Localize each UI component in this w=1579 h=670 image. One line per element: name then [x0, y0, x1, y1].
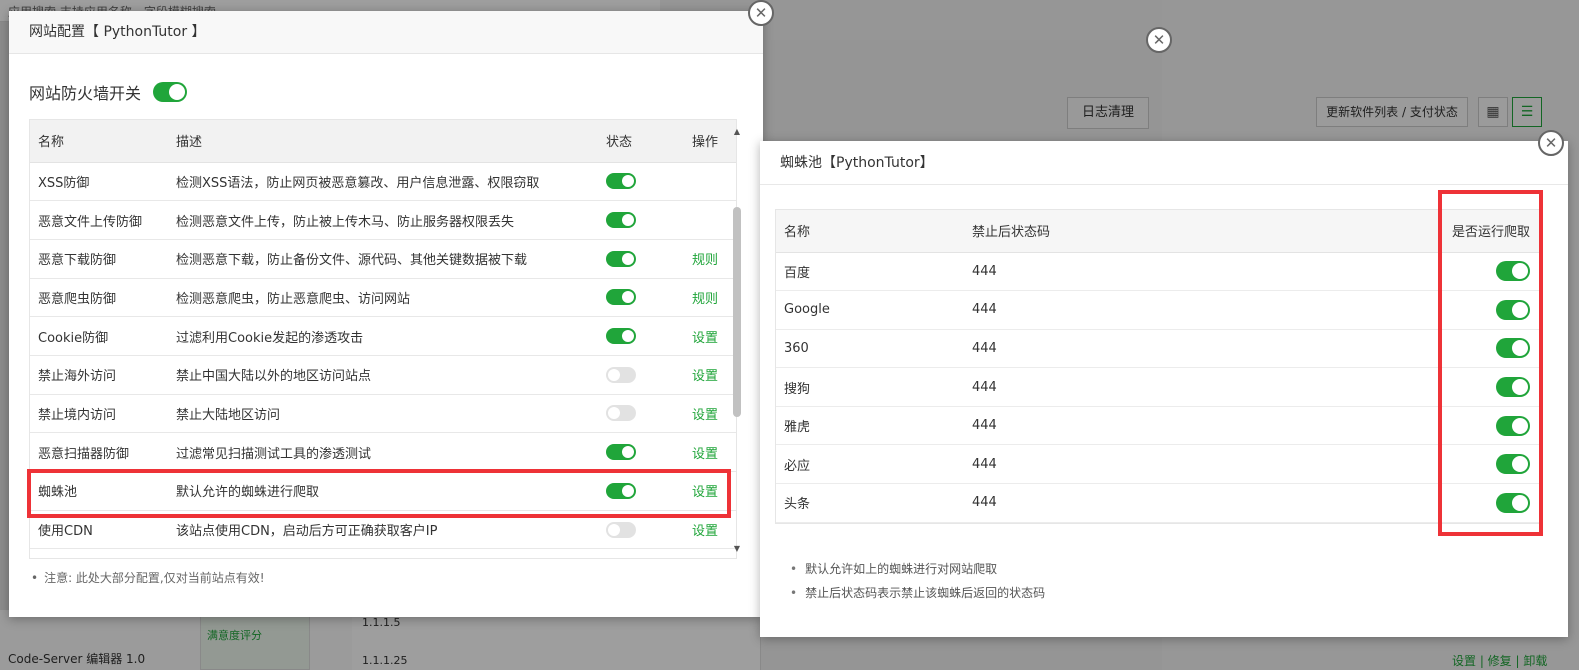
- rule-toggle[interactable]: [606, 444, 636, 461]
- dialog-title: 蜘蛛池【PythonTutor】: [760, 141, 1568, 185]
- table-row: 恶意扫描器防御 过滤常见扫描测试工具的渗透测试 设置: [30, 432, 736, 472]
- rule-action-link[interactable]: 设置: [684, 432, 736, 472]
- rule-desc: 过滤利用Cookie发起的渗透攻击: [168, 316, 598, 356]
- rule-toggle[interactable]: [606, 366, 636, 383]
- table-row: 百度 444: [776, 252, 1542, 292]
- table-row: 雅虎 444: [776, 406, 1542, 446]
- col-action: 操作: [684, 120, 736, 163]
- spider-name: 360: [776, 329, 964, 369]
- rule-name: 恶意下载防御: [30, 239, 168, 279]
- table-row: 头条 444: [776, 483, 1542, 523]
- rule-desc: 过滤常见扫描测试工具的渗透测试: [168, 432, 598, 472]
- spider-name: 头条: [776, 483, 964, 523]
- rule-status: [598, 162, 684, 202]
- rule-status: [598, 394, 684, 434]
- table-row: 恶意下载防御 检测恶意下载，防止备份文件、源代码、其他关键数据被下载 规则: [30, 239, 736, 279]
- rule-desc: 禁止大陆地区访问: [168, 394, 598, 434]
- highlight-spider-pool-row: [27, 469, 731, 518]
- rule-desc: 检测XSS语法，防止网页被恶意篡改、用户信息泄露、权限窃取: [168, 162, 598, 202]
- rule-toggle[interactable]: [606, 405, 636, 422]
- table-row: 必应 444: [776, 444, 1542, 485]
- rule-action-link[interactable]: 设置: [684, 394, 736, 434]
- spider-name: 雅虎: [776, 406, 964, 446]
- rule-action-link[interactable]: [684, 162, 736, 202]
- rule-name: XSS防御: [30, 162, 168, 202]
- spider-status-code: 444: [964, 444, 1434, 485]
- firewall-switch-row: 网站防火墙开关: [29, 77, 188, 107]
- rule-toggle[interactable]: [606, 212, 636, 229]
- rule-name: 禁止境内访问: [30, 394, 168, 434]
- table-row: 恶意爬虫防御 检测恶意爬虫，防止恶意爬虫、访问网站 规则: [30, 278, 736, 318]
- rule-status: [598, 200, 684, 240]
- rule-status: [598, 316, 684, 356]
- spider-table: 名称 禁止后状态码 是否运行爬取 百度 444 Google 444 360 444 搜狗 4…: [775, 209, 1543, 524]
- spider-status-code: 444: [964, 290, 1434, 330]
- col-status: 状态: [598, 120, 684, 163]
- rule-name: 恶意文件上传防御: [30, 200, 168, 240]
- rule-status: [598, 355, 684, 395]
- table-row: XSS防御 检测XSS语法，防止网页被恶意篡改、用户信息泄露、权限窃取: [30, 162, 736, 202]
- spider-name: 搜狗: [776, 367, 964, 407]
- col-status-code: 禁止后状态码: [964, 210, 1434, 253]
- spider-name: 百度: [776, 252, 964, 292]
- spider-notes: 默认允许如上的蜘蛛进行对网站爬取 禁止后状态码表示禁止该蜘蛛后返回的状态码: [790, 557, 1045, 605]
- col-name: 名称: [776, 210, 964, 253]
- dialog-title: 网站配置【 PythonTutor 】: [9, 11, 763, 54]
- col-desc: 描述: [168, 120, 598, 163]
- rule-toggle[interactable]: [606, 328, 636, 345]
- rule-action-link[interactable]: [684, 200, 736, 240]
- rule-toggle[interactable]: [606, 173, 636, 190]
- rule-action-link[interactable]: 设置: [684, 355, 736, 395]
- rule-status: [598, 278, 684, 318]
- firewall-switch-label: 网站防火墙开关: [29, 84, 142, 103]
- firewall-main-toggle[interactable]: [153, 82, 188, 102]
- close-icon[interactable]: ✕: [1146, 27, 1172, 53]
- rule-toggle[interactable]: [606, 250, 636, 267]
- spider-status-code: 444: [964, 367, 1434, 407]
- table-row: 禁止境内访问 禁止大陆地区访问 设置: [30, 394, 736, 434]
- rule-name: Cookie防御: [30, 316, 168, 356]
- rule-name: 恶意扫描器防御: [30, 432, 168, 472]
- spider-name: 必应: [776, 444, 964, 485]
- close-icon[interactable]: ✕: [748, 0, 774, 26]
- rule-desc: 检测恶意下载，防止备份文件、源代码、其他关键数据被下载: [168, 239, 598, 279]
- website-config-dialog: 网站配置【 PythonTutor 】 网站防火墙开关 名称 描述 状态 操作 …: [9, 11, 763, 617]
- rule-desc: 禁止中国大陆以外的地区访问站点: [168, 355, 598, 395]
- close-icon[interactable]: ✕: [1538, 130, 1564, 156]
- config-note: 注意: 此处大部分配置,仅对当前站点有效!: [31, 569, 264, 586]
- col-name: 名称: [30, 120, 168, 163]
- rule-desc: 检测恶意文件上传，防止被上传木马、防止服务器权限丢失: [168, 200, 598, 240]
- spider-status-code: 444: [964, 483, 1434, 523]
- scroll-down-icon[interactable]: ▼: [732, 544, 742, 553]
- table-row: 恶意文件上传防御 检测恶意文件上传，防止被上传木马、防止服务器权限丢失: [30, 200, 736, 240]
- rule-action-link[interactable]: 规则: [684, 239, 736, 279]
- note-item: 禁止后状态码表示禁止该蜘蛛后返回的状态码: [790, 581, 1045, 605]
- rule-toggle[interactable]: [606, 289, 636, 306]
- rule-toggle[interactable]: [606, 521, 636, 538]
- spider-name: Google: [776, 290, 964, 330]
- table-scrollbar[interactable]: ▲ ▼: [731, 127, 743, 553]
- table-row: Cookie防御 过滤利用Cookie发起的渗透攻击 设置: [30, 316, 736, 356]
- rule-name: 恶意爬虫防御: [30, 278, 168, 318]
- rule-name: 禁止海外访问: [30, 355, 168, 395]
- spider-status-code: 444: [964, 406, 1434, 446]
- table-row: 禁止海外访问 禁止中国大陆以外的地区访问站点 设置: [30, 355, 736, 395]
- note-item: 默认允许如上的蜘蛛进行对网站爬取: [790, 557, 1045, 581]
- rule-action-link[interactable]: 设置: [684, 316, 736, 356]
- rule-status: [598, 239, 684, 279]
- scroll-up-icon[interactable]: ▲: [732, 127, 742, 136]
- spider-status-code: 444: [964, 329, 1434, 369]
- scroll-thumb[interactable]: [733, 207, 741, 417]
- table-row: 360 444: [776, 329, 1542, 369]
- highlight-crawl-column: [1438, 190, 1543, 536]
- table-row: Google 444: [776, 290, 1542, 330]
- spider-status-code: 444: [964, 252, 1434, 292]
- rule-action-link[interactable]: 规则: [684, 278, 736, 318]
- rule-status: [598, 432, 684, 472]
- rule-desc: 检测恶意爬虫，防止恶意爬虫、访问网站: [168, 278, 598, 318]
- table-row: 搜狗 444: [776, 367, 1542, 407]
